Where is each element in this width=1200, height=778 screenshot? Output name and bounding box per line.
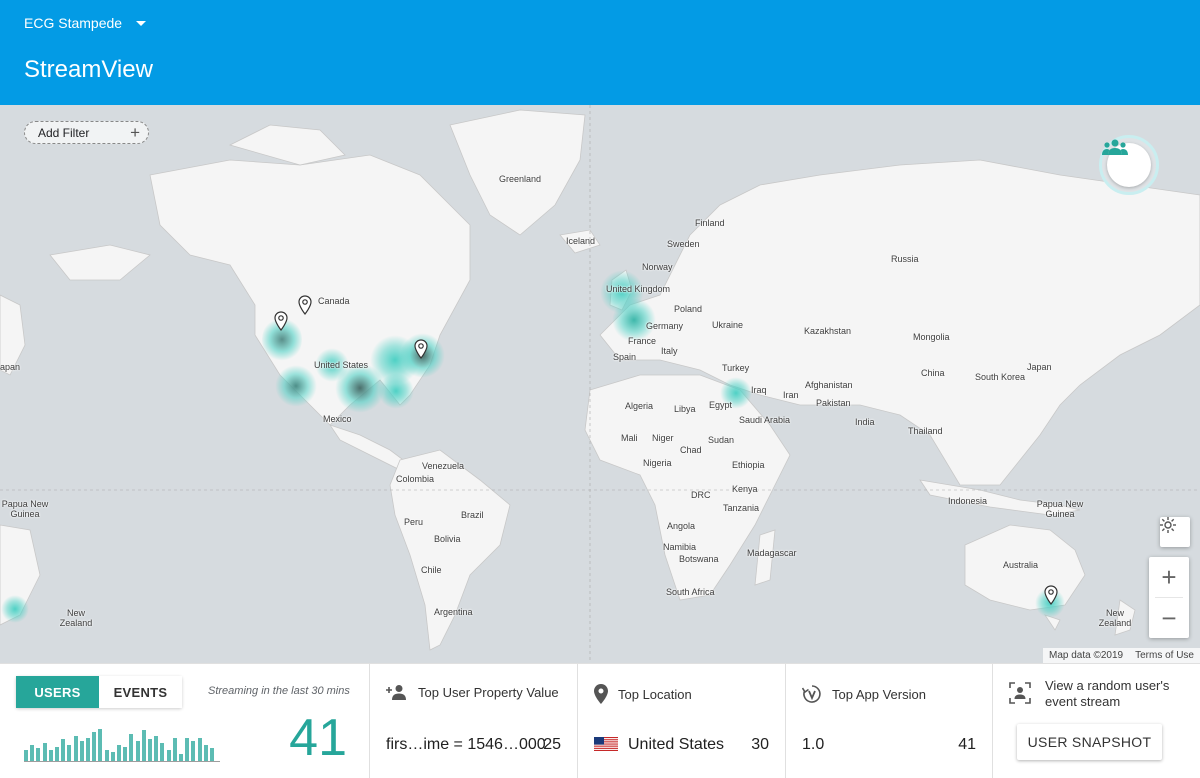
snapshot-description: View a random user's event stream [1009,678,1180,710]
activity-bar [42,743,47,761]
top-user-property-card: Top User Property Value firs…ime = 1546…… [370,664,578,778]
activity-bar [55,747,59,761]
activity-bar [36,748,41,761]
stats-bar: USERS EVENTS Streaming in the last 30 mi… [0,663,1200,778]
location-pin-icon[interactable] [274,311,288,331]
terms-of-use-link[interactable]: Terms of Use [1135,650,1194,661]
dropdown-caret-icon [136,20,147,26]
location-pin-icon[interactable] [414,339,428,359]
activity-bar [98,729,103,761]
us-flag-icon [594,737,618,751]
activity-bar [135,741,140,761]
page-title: StreamView [24,56,153,83]
top-app-version-card: Top App Version 1.0 41 [786,664,993,778]
user-focus-icon [1009,682,1031,704]
activity-bar [154,736,159,761]
activity-bar [104,750,109,761]
location-pin-icon[interactable] [1044,585,1058,605]
location-icon [594,684,608,704]
activity-bar [67,745,72,761]
users-events-toggle: USERS EVENTS [16,676,182,708]
activity-bar [179,754,183,761]
streaming-caption: Streaming in the last 30 mins [208,685,350,697]
location-pin-icon[interactable] [298,295,312,315]
activity-bar [160,743,165,761]
active-user-count: 41 [289,709,347,767]
card-title: Top App Version [832,686,926,702]
card-header: Top App Version [802,684,926,704]
activity-bar [141,730,146,761]
location-count: 30 [751,736,769,753]
zoom-out-button[interactable]: − [1149,598,1189,638]
activity-sparkline [24,724,220,768]
person-add-icon [386,685,406,700]
map-data-credit: Map data ©2019 [1049,650,1124,661]
map-attribution: Map data ©2019 Terms of Use [1043,648,1200,663]
activity-bar [117,745,121,761]
activity-bar [48,750,53,761]
sparkline-baseline [24,761,220,762]
zoom-in-button[interactable]: + [1149,557,1189,597]
tab-events[interactable]: EVENTS [99,676,182,708]
plus-icon: + [130,123,140,142]
activity-bar [129,734,134,761]
activity-bar [30,745,35,761]
world-map[interactable]: Greenland Iceland Finland Sweden Norway … [0,105,1200,663]
activity-bar [197,738,202,761]
app-header: ECG Stampede StreamView [0,0,1200,105]
activity-bar [24,750,28,761]
add-filter-label: Add Filter [38,125,90,140]
activity-bar [210,748,214,761]
add-filter-button[interactable]: Add Filter + [24,121,149,144]
activity-bar [203,745,208,761]
version-history-icon [802,685,821,703]
app-version-count: 41 [958,736,976,753]
card-title: Top Location [618,686,692,702]
app-version-value: 1.0 [802,736,825,753]
top-location-card: Top Location United States 30 [578,664,786,778]
activity-bar [61,739,66,761]
activity-bar [191,741,196,761]
activity-bar [123,747,128,761]
snapshot-text: View a random user's event stream [1045,678,1170,709]
property-value: firs…ime = 1546…000 [386,736,546,753]
activity-bar [148,739,152,761]
map-land-shapes [0,105,1200,663]
activity-bar [166,750,171,761]
location-value: United States [594,736,724,754]
card-title: Top User Property Value [418,684,559,700]
user-snapshot-card: View a random user's event stream USER S… [993,664,1200,778]
project-selector[interactable]: ECG Stampede [24,15,147,31]
map-style-button[interactable] [1160,517,1190,547]
zoom-controls: + − [1149,557,1189,638]
activity-bar [86,738,90,761]
activity-bar [92,732,97,761]
activity-bar [110,752,115,761]
activity-bar [79,741,84,761]
project-name: ECG Stampede [24,15,123,31]
activity-bar [73,736,78,761]
sun-icon [1160,517,1176,533]
user-snapshot-button[interactable]: USER SNAPSHOT [1017,724,1162,760]
location-name: United States [628,736,725,753]
card-header: Top User Property Value [386,684,559,700]
realtime-users-card: USERS EVENTS Streaming in the last 30 mi… [0,664,370,778]
property-count: 25 [543,736,561,753]
activity-bar [172,738,177,761]
activity-bar [185,738,190,761]
card-header: Top Location [594,684,692,704]
tab-users[interactable]: USERS [16,676,99,708]
group-icon [1102,139,1128,155]
active-users-button[interactable] [1099,135,1159,195]
